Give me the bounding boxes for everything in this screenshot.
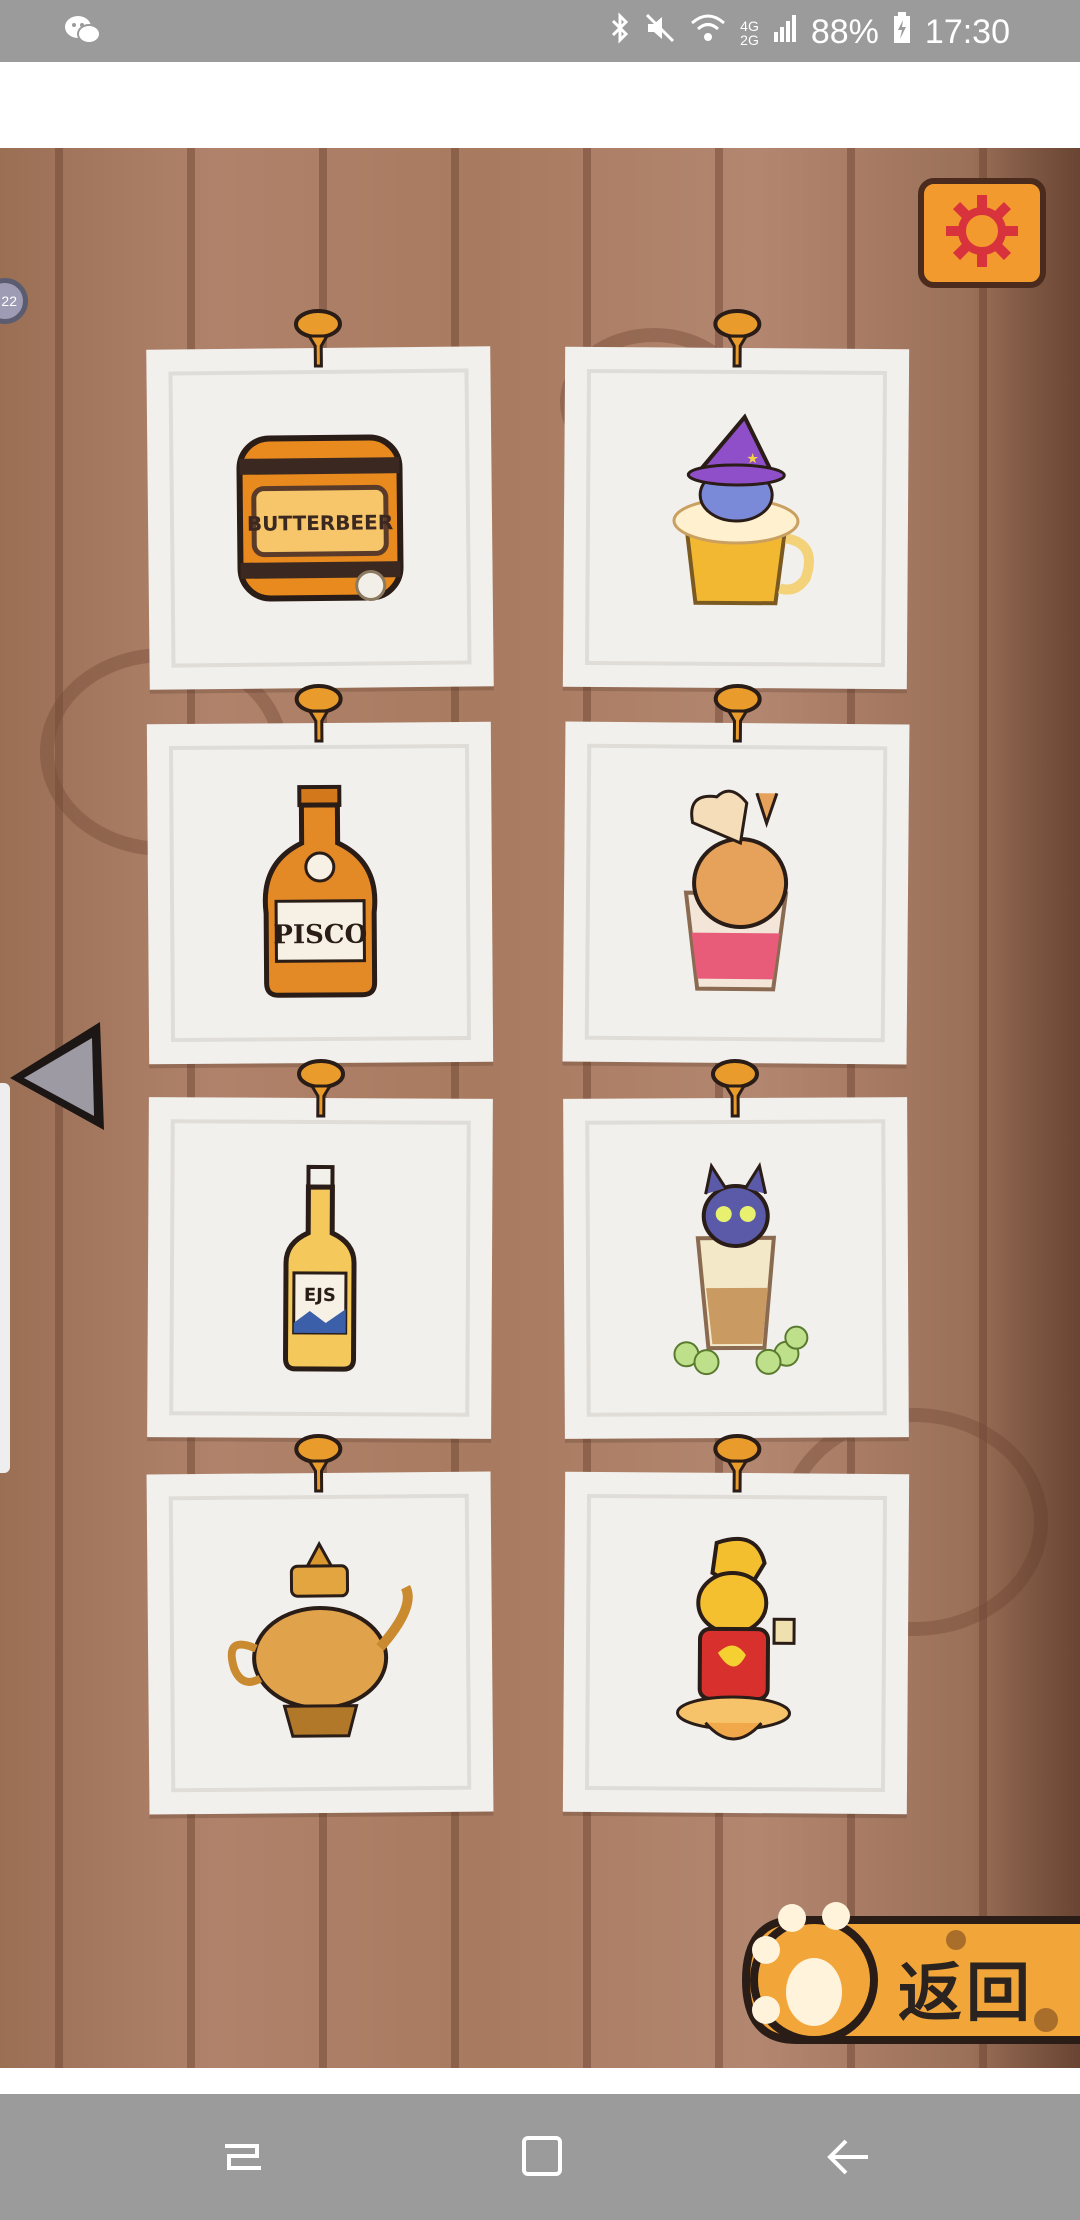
pisco-label: PISCO: [273, 920, 367, 951]
svg-text:★: ★: [746, 450, 759, 466]
back-nav-button[interactable]: [818, 2132, 878, 2182]
top-blank-strip: [0, 62, 1080, 148]
drink-card-butterbeer[interactable]: BUTTERBEER: [146, 309, 494, 690]
status-bar: 4G 2G 88% 17:30: [0, 0, 1080, 62]
drink-card-king-cat[interactable]: [562, 1434, 910, 1815]
right-shadow: [970, 148, 1080, 2068]
battery-charging-icon: [893, 12, 911, 53]
previous-page-button[interactable]: [0, 1008, 120, 1148]
battery-percent: 88%: [810, 13, 879, 51]
wechat-icon: [64, 14, 102, 51]
cat-grape-glass-icon: [563, 1097, 909, 1439]
recent-apps-button[interactable]: [213, 2132, 273, 2182]
back-button-label: 返回: [898, 1957, 1034, 2031]
drink-card-grape-cat-glass[interactable]: [563, 1059, 909, 1439]
wizard-cat-beer-mug-icon: ★: [563, 347, 909, 689]
drink-card-llama-cat-glass[interactable]: [562, 684, 910, 1065]
butterbeer-barrel-icon: BUTTERBEER: [146, 346, 494, 690]
king-cat-drink-icon: [563, 1472, 909, 1814]
bottom-blank-strip: [0, 2068, 1080, 2094]
side-badge-label: 22: [1, 293, 17, 309]
network-2g-label: 2G: [740, 31, 759, 48]
game-screen: 22 BUTTERBEER ★ PISCO EJS 返回: [0, 148, 1080, 2068]
drink-card-liquor-bottle[interactable]: EJS: [147, 1059, 493, 1439]
drink-card-golden-teapot[interactable]: [146, 1434, 494, 1815]
settings-button[interactable]: [918, 178, 1046, 288]
left-triangle-icon: [10, 1022, 104, 1130]
back-button[interactable]: 返回: [726, 1880, 1080, 2066]
drink-card-pisco[interactable]: PISCO: [146, 684, 494, 1065]
home-icon: [522, 2136, 562, 2176]
back-icon: [827, 2139, 868, 2175]
bottle-label: EJS: [304, 1285, 336, 1306]
home-button[interactable]: [512, 2132, 572, 2182]
network-type: 4G 2G: [740, 19, 759, 47]
pisco-bottle-icon: PISCO: [147, 722, 493, 1064]
navigation-bar: [0, 2094, 1080, 2220]
butterbeer-label: BUTTERBEER: [247, 510, 394, 536]
recent-apps-icon: [225, 2144, 261, 2170]
liquor-bottle-icon: EJS: [147, 1097, 493, 1439]
clock: 17:30: [924, 13, 1010, 51]
mute-icon: [644, 12, 676, 53]
network-4g-label: 4G: [740, 17, 759, 34]
golden-teapot-icon: [147, 1472, 494, 1815]
drink-card-wizard-cat-mug[interactable]: ★: [562, 309, 910, 690]
signal-icon: [773, 14, 797, 51]
wifi-icon: [690, 13, 726, 52]
gear-icon: [942, 191, 1022, 276]
bluetooth-icon: [610, 12, 630, 53]
side-badge[interactable]: 22: [0, 278, 28, 324]
llama-cat-glass-icon: [563, 722, 910, 1065]
